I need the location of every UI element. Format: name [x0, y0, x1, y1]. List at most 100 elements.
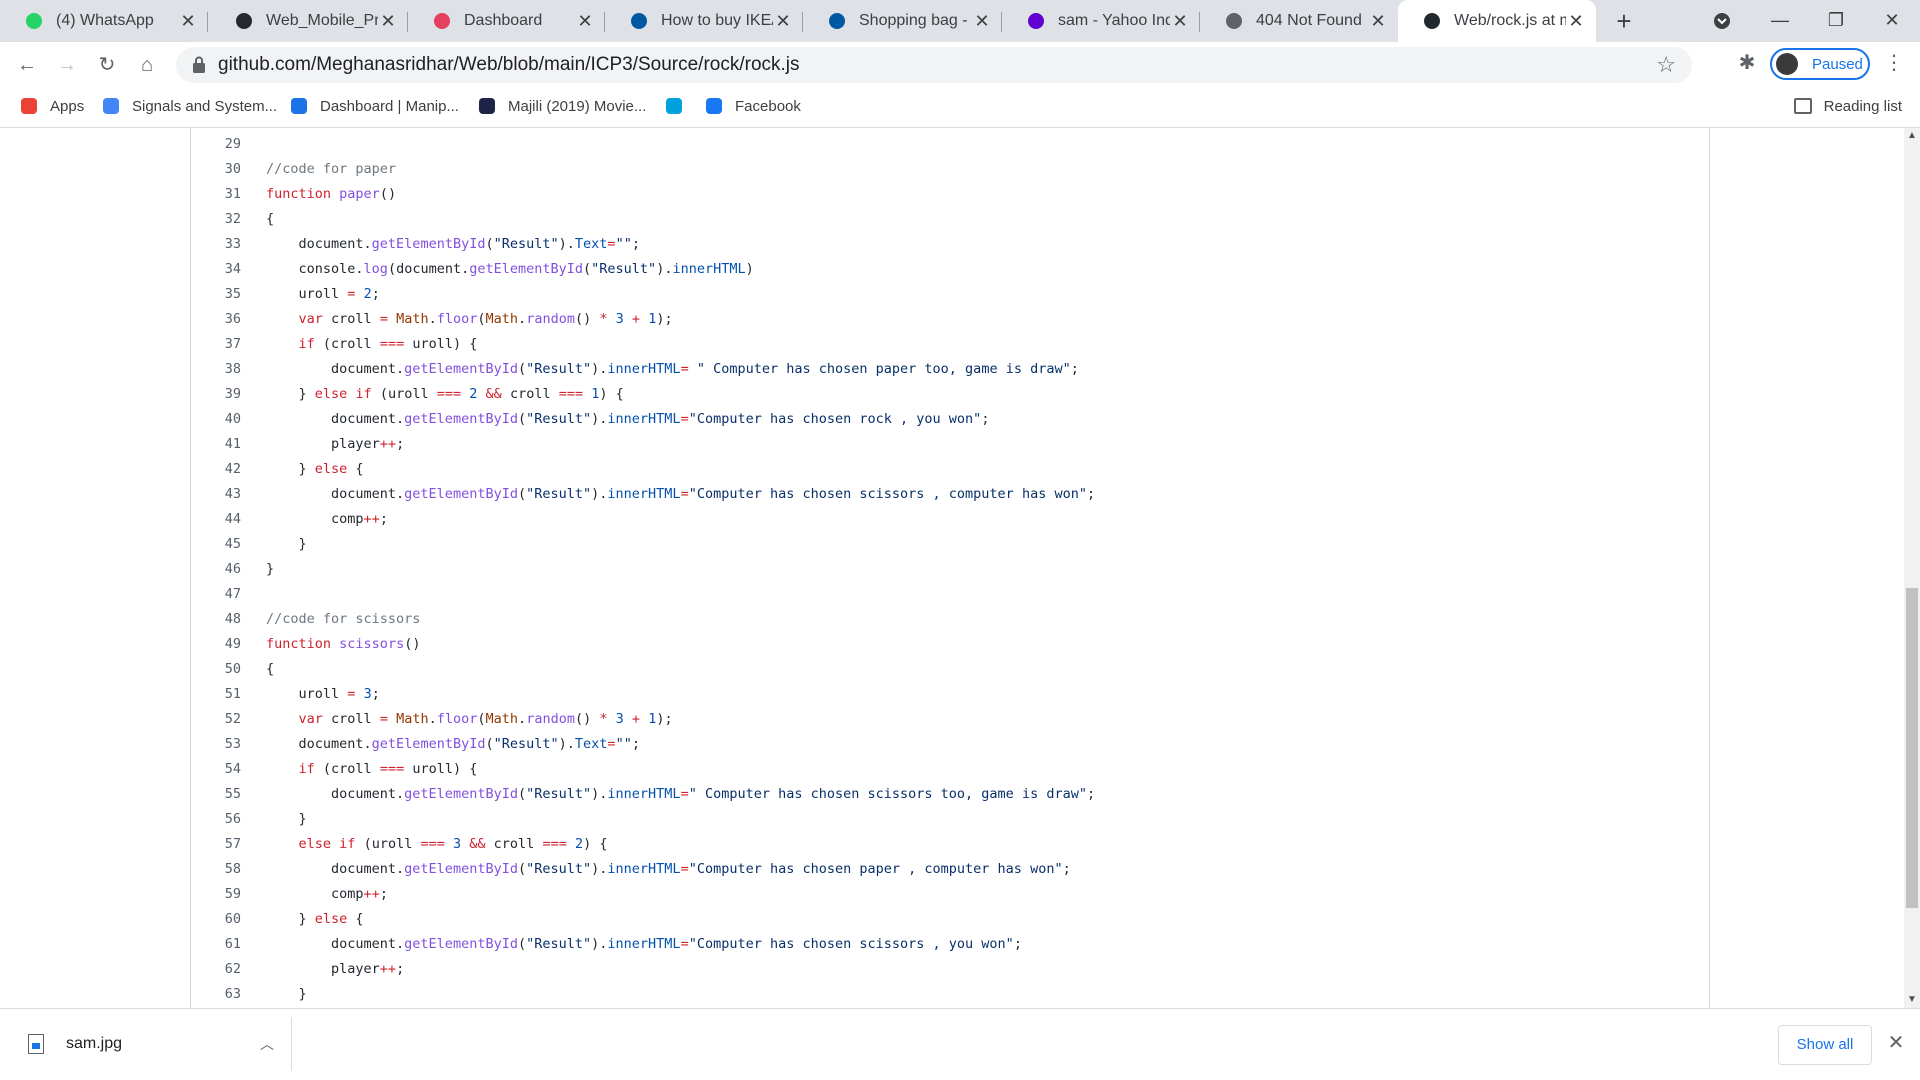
line-number[interactable]: 37	[191, 332, 241, 357]
reload-button[interactable]: ↻	[92, 50, 122, 80]
line-number[interactable]: 57	[191, 832, 241, 857]
scroll-down-arrow-icon[interactable]: ▼	[1904, 992, 1920, 1008]
line-number[interactable]: 41	[191, 432, 241, 457]
restore-button[interactable]: ❐	[1808, 0, 1864, 42]
bookmark-item[interactable]: Dashboard | Manip...	[290, 88, 459, 124]
extensions-puzzle-icon[interactable]: ✱	[1734, 50, 1760, 76]
close-tab-icon[interactable]: ✕	[1368, 11, 1388, 31]
line-number[interactable]: 48	[191, 607, 241, 632]
bookmark-item[interactable]: Majili (2019) Movie...	[478, 88, 646, 124]
kebab-menu-icon[interactable]: ⋮	[1884, 50, 1904, 76]
line-number[interactable]: 58	[191, 857, 241, 882]
tab[interactable]: Shopping bag - Ik ✕	[803, 0, 1002, 42]
scroll-up-arrow-icon[interactable]: ▲	[1904, 128, 1920, 144]
line-number[interactable]: 30	[191, 157, 241, 182]
line-number[interactable]: 46	[191, 557, 241, 582]
line-number[interactable]: 38	[191, 357, 241, 382]
code-text: {	[266, 661, 275, 677]
scrollbar-thumb[interactable]	[1906, 588, 1918, 908]
close-window-button[interactable]: ✕	[1864, 0, 1920, 42]
tab-title: Dashboard	[464, 12, 543, 29]
close-tab-icon[interactable]: ✕	[972, 11, 992, 31]
line-number[interactable]: 32	[191, 207, 241, 232]
tab[interactable]: Dashboard ✕	[408, 0, 605, 42]
line-number[interactable]: 52	[191, 707, 241, 732]
line-number[interactable]: 39	[191, 382, 241, 407]
line-number[interactable]: 35	[191, 282, 241, 307]
code-text: function paper()	[266, 186, 397, 202]
tab[interactable]: sam - Yahoo India✕	[1002, 0, 1200, 42]
code-line: 38 document.getElementById("Result").inn…	[191, 357, 1709, 382]
code-line: 37 if (croll === uroll) {	[191, 332, 1709, 357]
line-number[interactable]: 62	[191, 957, 241, 982]
code-text: document.getElementById("Result").innerH…	[266, 361, 1079, 377]
line-number[interactable]: 34	[191, 257, 241, 282]
tab-search-button[interactable]	[1694, 0, 1750, 42]
yahoo-icon	[1026, 11, 1046, 31]
line-number[interactable]: 31	[191, 182, 241, 207]
line-number[interactable]: 56	[191, 807, 241, 832]
lock-icon[interactable]	[192, 56, 206, 74]
bookmark-item[interactable]: Facebook	[705, 88, 801, 124]
line-number[interactable]: 53	[191, 732, 241, 757]
tab[interactable]: (4) WhatsApp ✕	[0, 0, 208, 42]
bookmark-item[interactable]: Signals and System...	[102, 88, 277, 124]
line-number[interactable]: 42	[191, 457, 241, 482]
home-button[interactable]: ⌂	[132, 50, 162, 80]
close-tab-icon[interactable]: ✕	[773, 11, 793, 31]
line-number[interactable]: 49	[191, 632, 241, 657]
profile-button[interactable]: Paused	[1770, 48, 1870, 80]
tab[interactable]: Web/rock.js at ma✕	[1398, 0, 1596, 42]
tab-title: (4) WhatsApp	[56, 12, 154, 29]
circle-logo-icon	[665, 97, 683, 115]
close-download-bar-icon[interactable]: ✕	[1884, 1031, 1908, 1055]
reading-list-button[interactable]: Reading list	[1793, 88, 1902, 124]
line-number[interactable]: 45	[191, 532, 241, 557]
line-number[interactable]: 55	[191, 782, 241, 807]
show-all-button[interactable]: Show all	[1778, 1025, 1872, 1065]
bookmark-label: Facebook	[735, 97, 801, 115]
line-number[interactable]: 43	[191, 482, 241, 507]
vertical-scrollbar[interactable]: ▲ ▼	[1904, 128, 1920, 1008]
line-number[interactable]: 59	[191, 882, 241, 907]
bookmark-item[interactable]	[665, 88, 695, 124]
line-number[interactable]: 29	[191, 132, 241, 157]
download-item[interactable]: sam.jpg ︿	[20, 1017, 292, 1071]
minimize-button[interactable]: —	[1752, 0, 1808, 42]
line-number[interactable]: 51	[191, 682, 241, 707]
line-number[interactable]: 60	[191, 907, 241, 932]
whatsapp-icon	[24, 11, 44, 31]
code-line: 60 } else {	[191, 907, 1709, 932]
line-number[interactable]: 50	[191, 657, 241, 682]
globe-icon	[1224, 11, 1244, 31]
line-number[interactable]: 47	[191, 582, 241, 607]
close-tab-icon[interactable]: ✕	[1566, 11, 1586, 31]
chevron-up-icon[interactable]: ︿	[255, 1034, 279, 1054]
line-number[interactable]: 40	[191, 407, 241, 432]
close-tab-icon[interactable]: ✕	[178, 11, 198, 31]
tab[interactable]: 404 Not Found ✕	[1200, 0, 1398, 42]
line-number[interactable]: 63	[191, 982, 241, 1007]
line-number[interactable]: 36	[191, 307, 241, 332]
tab-title: 404 Not Found	[1256, 12, 1362, 29]
line-number[interactable]: 61	[191, 932, 241, 957]
close-tab-icon[interactable]: ✕	[1170, 11, 1190, 31]
back-button[interactable]: ←	[12, 50, 42, 80]
close-tab-icon[interactable]: ✕	[575, 11, 595, 31]
line-number[interactable]: 33	[191, 232, 241, 257]
line-number[interactable]: 44	[191, 507, 241, 532]
bookmark-star-icon[interactable]: ☆	[1656, 52, 1676, 78]
code-text: {	[266, 211, 275, 227]
code-line: 56 }	[191, 807, 1709, 832]
code-text: document.getElementById("Result").innerH…	[266, 486, 1096, 502]
bookmark-item[interactable]: Apps	[20, 88, 84, 124]
close-tab-icon[interactable]: ✕	[378, 11, 398, 31]
tab[interactable]: Web_Mobile_Prog✕	[210, 0, 408, 42]
address-bar[interactable]: github.com/Meghanasridhar/Web/blob/main/…	[176, 47, 1692, 83]
url-text[interactable]: github.com/Meghanasridhar/Web/blob/main/…	[218, 47, 800, 83]
new-tab-button[interactable]: +	[1609, 6, 1639, 36]
forward-button[interactable]: →	[52, 50, 82, 80]
line-number[interactable]: 54	[191, 757, 241, 782]
download-filename[interactable]: sam.jpg	[66, 1035, 255, 1053]
tab[interactable]: How to buy IKEA ✕	[605, 0, 803, 42]
